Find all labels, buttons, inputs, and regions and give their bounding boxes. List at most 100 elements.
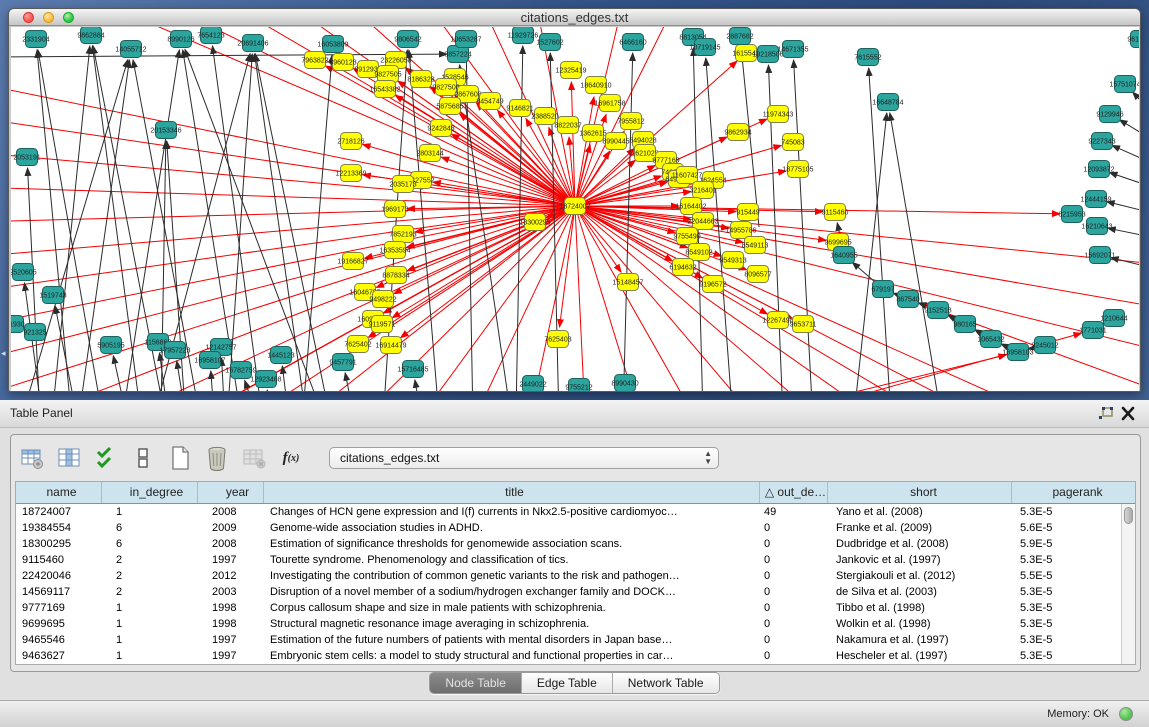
window-title-bar[interactable]: citations_edges.txt (9, 9, 1140, 26)
graph-node[interactable]: 7963822 (301, 52, 328, 69)
graph-node[interactable]: 16164402 (675, 198, 706, 215)
table-row[interactable]: 1938455462009Genome-wide association stu… (16, 520, 1135, 536)
graph-node[interactable]: 2331904 (22, 31, 49, 48)
graph-node[interactable]: 18775105 (782, 161, 813, 178)
graph-node[interactable]: 5875685 (436, 98, 463, 115)
graph-node[interactable]: 9146821 (506, 100, 533, 117)
graph-node[interactable]: 9862884 (77, 27, 104, 44)
graph-node[interactable]: 9119571 (369, 316, 396, 333)
graph-node[interactable]: 7852193 (389, 226, 416, 243)
graph-node[interactable]: 7955812 (617, 113, 644, 130)
graph-node[interactable]: 9498222 (369, 291, 396, 308)
graph-node[interactable]: 679197 (871, 281, 894, 298)
graph-node[interactable]: 9115460 (822, 204, 849, 221)
destroy-table-icon[interactable] (241, 445, 267, 471)
table-row[interactable]: 2242004622012Investigating the contribut… (16, 568, 1135, 584)
table-row[interactable]: 977716911998Corpus callosum shape and si… (16, 600, 1135, 616)
table-vertical-scrollbar[interactable] (1121, 504, 1135, 664)
graph-node[interactable]: 19166827 (337, 253, 368, 270)
graph-node[interactable]: 1210644 (1100, 310, 1127, 327)
graph-node[interactable]: 8990445 (602, 133, 629, 150)
graph-node[interactable]: 18640910 (580, 77, 611, 94)
graph-node[interactable]: 11974343 (763, 106, 794, 123)
table-row[interactable]: 1456911722003Disruption of a novel membe… (16, 584, 1135, 600)
graph-node[interactable]: 9242848 (427, 120, 454, 137)
row-height-icon[interactable] (130, 445, 156, 471)
scrollbar-thumb[interactable] (1124, 507, 1133, 524)
graph-node[interactable]: 7615552 (854, 49, 881, 66)
graph-node[interactable]: 2449022 (519, 376, 546, 392)
graph-node[interactable]: 3857224 (444, 46, 471, 63)
column-header-name[interactable]: name (16, 482, 102, 503)
graph-node[interactable]: 867540 (896, 291, 919, 308)
graph-node[interactable]: 20691406 (237, 35, 268, 52)
graph-node[interactable]: 15148457 (612, 274, 643, 291)
graph-node[interactable]: 7625403 (544, 331, 571, 348)
delete-rows-icon[interactable] (204, 445, 230, 471)
float-panel-icon[interactable] (1097, 406, 1115, 422)
column-visibility-icon[interactable] (56, 445, 82, 471)
graph-node[interactable]: 9615401 (1127, 31, 1139, 48)
column-header-pagerank[interactable]: pagerank (1012, 482, 1135, 503)
table-row[interactable]: 969969511998Structural magnetic resonanc… (16, 616, 1135, 632)
graph-node[interactable]: 7654123 (197, 27, 224, 44)
graph-node[interactable]: 2035173 (389, 176, 416, 193)
graph-node[interactable]: 9227343 (1088, 133, 1115, 150)
graph-node[interactable]: 921325 (23, 324, 46, 341)
tab-node-table[interactable]: Node Table (430, 673, 522, 693)
graph-node[interactable]: 8960128 (329, 54, 356, 71)
graph-node[interactable]: 9806542 (394, 31, 421, 48)
graph-node[interactable]: 9755212 (565, 379, 592, 392)
graph-node[interactable]: 6466160 (619, 34, 646, 51)
graph-node[interactable]: 1519743 (39, 287, 66, 304)
left-collapse-handle-icon[interactable]: ◂ (1, 348, 6, 359)
graph-node[interactable]: 2520605 (11, 264, 37, 281)
graph-node[interactable]: 9196572 (699, 276, 726, 293)
graph-node[interactable]: 9245012 (1031, 337, 1058, 354)
graph-node[interactable]: 5905195 (97, 337, 124, 354)
graph-node[interactable]: 1065432 (977, 331, 1004, 348)
graph-node[interactable]: 8990126 (167, 31, 194, 48)
graph-node[interactable]: 8990430 (611, 375, 638, 392)
graph-node[interactable]: 9549313 (719, 252, 746, 269)
graph-node[interactable]: 1527602 (536, 34, 563, 51)
table-settings-icon[interactable] (19, 445, 45, 471)
graph-node[interactable]: 6194632 (669, 259, 696, 276)
graph-node[interactable]: 915449 (736, 204, 759, 221)
graph-node[interactable]: 16914479 (375, 337, 406, 354)
graph-node[interactable]: 11607427 (672, 167, 703, 184)
graph-node[interactable]: 12093872 (1083, 161, 1114, 178)
graph-node[interactable]: 2053191 (13, 149, 40, 166)
graph-node[interactable]: 7625402 (344, 336, 371, 353)
graph-node[interactable]: 16961758 (594, 95, 625, 112)
graph-node[interactable]: 12213369 (335, 165, 366, 182)
graph-node[interactable]: 8454749 (476, 93, 503, 110)
graph-node[interactable]: 16648784 (872, 94, 903, 111)
graph-node[interactable]: 745083 (781, 134, 804, 151)
column-header-year[interactable]: year (198, 482, 264, 503)
graph-node[interactable]: 1640955 (830, 247, 857, 264)
graph-node[interactable]: 11929726 (508, 27, 539, 44)
graph-node[interactable]: 2803144 (416, 145, 443, 162)
graph-node[interactable]: 980165 (953, 316, 976, 333)
select-all-icon[interactable] (93, 445, 119, 471)
graph-node[interactable]: 8096577 (744, 266, 771, 283)
graph-node[interactable]: 15751074 (1109, 76, 1139, 93)
graph-node[interactable]: 9129946 (1096, 106, 1123, 123)
graph-node[interactable]: 8878334 (382, 267, 409, 284)
table-row[interactable]: 1830029562008Estimation of significance … (16, 536, 1135, 552)
graph-node[interactable]: 1771031 (1079, 322, 1106, 339)
graph-node[interactable]: 22044663 (687, 213, 718, 230)
graph-node[interactable]: 2887682 (726, 28, 753, 45)
table-row[interactable]: 911546021997Tourette syndrome. Phenomeno… (16, 552, 1135, 568)
graph-node[interactable]: 8822037 (554, 117, 581, 134)
tab-edge-table[interactable]: Edge Table (522, 673, 613, 693)
graph-node[interactable]: 9152518 (924, 302, 951, 319)
graph-node[interactable]: 1445123 (267, 347, 294, 364)
table-source-select[interactable]: citations_edges.txt ▲▼ (329, 447, 719, 469)
network-canvas[interactable]: 7963822896012889129342322605898275058186… (11, 27, 1139, 391)
graph-node[interactable]: 10653287 (450, 31, 481, 48)
graph-node[interactable]: 9862934 (724, 124, 751, 141)
graph-node[interactable]: 9653711 (790, 316, 817, 333)
graph-node[interactable]: 16958103 (1002, 344, 1033, 361)
